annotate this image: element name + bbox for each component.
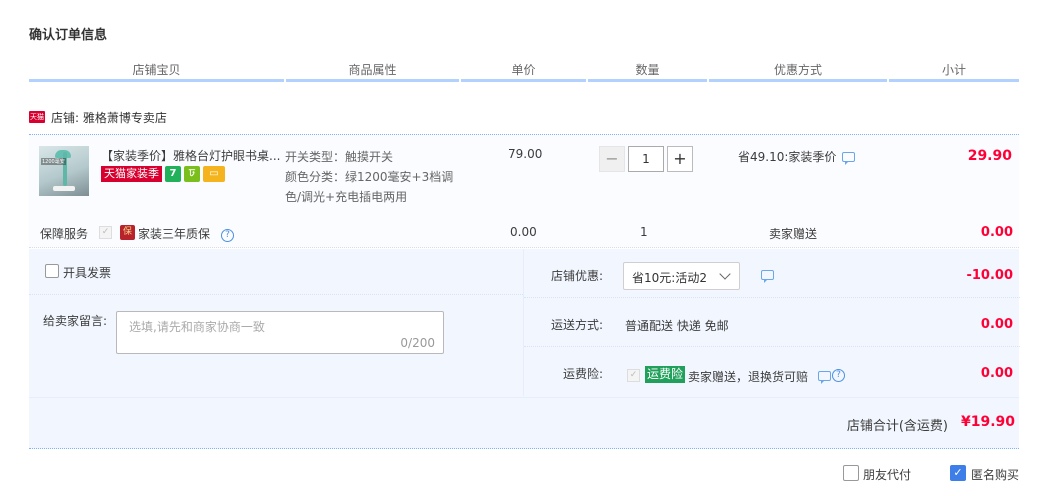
message-label: 给卖家留言: xyxy=(43,314,108,328)
message-char-count: 0/200 xyxy=(400,336,435,350)
insurance-label: 运费险: xyxy=(562,367,603,381)
shop-row: 天猫 店铺: 雅格萧博专卖店 xyxy=(29,108,167,126)
order-right-panel: 店铺优惠: 省10元:活动2 -10.00 运送方式: 普通配送 快递 免邮 0… xyxy=(523,249,1020,396)
footer-options: 朋友代付 ✓ 匿名购买 xyxy=(0,462,1060,486)
product-attributes: 开关类型：触摸开关 颜色分类：绿1200毫安+3档调 色/调光+充电插电两用 xyxy=(285,147,457,207)
product-thumbnail[interactable]: 1200毫安 xyxy=(39,146,89,196)
item-subtotal: 29.90 xyxy=(967,148,1012,164)
promo-row: 天猫家装季 7 ঢ ▭ xyxy=(101,166,228,182)
column-quantity: 数量 xyxy=(635,63,660,77)
quantity-stepper: − 1 + xyxy=(599,146,693,172)
shop-total-row: 店铺合计(含运费) ¥19.90 xyxy=(29,397,1019,449)
insurance-tag: 运费险 xyxy=(645,366,686,383)
help-icon[interactable]: ? xyxy=(832,369,845,382)
insurance-amount: 0.00 xyxy=(980,366,1013,381)
quantity-plus-button[interactable]: + xyxy=(667,146,693,172)
item-box: 1200毫安 【家装季价】雅格台灯护眼书桌... 天猫家装季 7 ঢ ▭ 开关类… xyxy=(29,134,1019,248)
attribute-color-cont: 色/调光+充电插电两用 xyxy=(285,190,408,204)
column-header: 店铺宝贝 商品属性 单价 数量 优惠方式 小计 xyxy=(29,62,1019,82)
shop-total-amount: ¥19.90 xyxy=(960,414,1015,430)
invoice-label[interactable]: 开具发票 xyxy=(63,264,111,281)
shop-discount-label: 店铺优惠: xyxy=(550,269,603,283)
column-separator xyxy=(586,79,588,82)
chat-icon[interactable] xyxy=(842,151,856,165)
service-name: 家装三年质保 xyxy=(138,227,211,241)
shipping-amount: 0.00 xyxy=(980,317,1013,332)
chat-icon[interactable] xyxy=(818,370,831,384)
service-price: 0.00 xyxy=(510,225,537,239)
product-name-link[interactable]: 【家装季价】雅格台灯护眼书桌... xyxy=(101,147,281,164)
invoice-checkbox[interactable] xyxy=(45,264,59,278)
invoice-row: 开具发票 xyxy=(29,249,523,295)
service-help-wrap: ? xyxy=(221,226,234,242)
column-separator xyxy=(459,79,461,82)
service-quantity: 1 xyxy=(640,225,648,239)
anonymous-label[interactable]: 匿名购买 xyxy=(971,466,1019,483)
seven-day-return-icon[interactable]: 7 xyxy=(165,166,181,182)
quantity-input[interactable]: 1 xyxy=(628,146,664,172)
shop-total-label: 店铺合计(含运费) xyxy=(846,419,948,434)
insurance-checkbox: ✓ xyxy=(627,369,640,382)
attribute-color: 颜色分类：绿1200毫安+3档调 xyxy=(285,170,454,184)
column-shop-item: 店铺宝贝 xyxy=(132,63,181,77)
column-attributes: 商品属性 xyxy=(348,63,397,77)
column-separator xyxy=(887,79,889,82)
lamp-base-shape xyxy=(53,186,75,191)
page-title: 确认订单信息 xyxy=(29,28,108,43)
unit-price: 79.00 xyxy=(508,147,543,161)
shipping-label: 运送方式: xyxy=(550,318,603,332)
shipping-value: 普通配送 快递 免邮 xyxy=(625,319,729,333)
item-discount-text: 省49.10:家装季价 xyxy=(738,150,837,164)
order-left-panel: 开具发票 给卖家留言: 选填,请先和商家协商一致 0/200 xyxy=(29,249,523,396)
column-separator xyxy=(707,79,709,82)
message-placeholder: 选填,请先和商家协商一致 xyxy=(129,320,265,334)
credit-card-icon[interactable]: ▭ xyxy=(203,166,225,182)
order-summary: 开具发票 给卖家留言: 选填,请先和商家协商一致 0/200 店铺优惠: 省10… xyxy=(29,249,1020,449)
shop-discount-amount: -10.00 xyxy=(966,268,1013,283)
friend-pay-label[interactable]: 朋友代付 xyxy=(863,466,911,483)
guarantee-icon[interactable]: ঢ xyxy=(184,166,200,182)
chevron-down-icon xyxy=(719,268,731,280)
service-subtotal: 0.00 xyxy=(980,225,1013,240)
shop-discount-row: 店铺优惠: 省10元:活动2 -10.00 xyxy=(524,249,1020,298)
tmall-icon: 天猫 xyxy=(29,111,45,123)
quantity-minus-button[interactable]: − xyxy=(599,146,625,172)
column-unit-price: 单价 xyxy=(511,63,536,77)
shop-discount-value: 省10元:活动2 xyxy=(632,271,707,285)
service-discount: 卖家赠送 xyxy=(769,227,818,241)
chat-icon[interactable] xyxy=(761,270,774,283)
shop-name[interactable]: 店铺: 雅格萧博专卖店 xyxy=(51,109,167,126)
insurance-icons: ? xyxy=(818,369,845,384)
insurance-text: 卖家赠送，退换货可赔 xyxy=(688,370,809,384)
message-textarea[interactable]: 选填,请先和商家协商一致 0/200 xyxy=(116,311,444,354)
item-discount: 省49.10:家装季价 xyxy=(738,148,856,165)
insurance-row: 运费险: ✓ 运费险 卖家赠送，退换货可赔 ? 0.00 xyxy=(524,347,1020,396)
attribute-switch-type: 开关类型：触摸开关 xyxy=(285,150,394,164)
service-label: 保障服务 xyxy=(40,227,89,241)
anonymous-checkbox[interactable]: ✓ xyxy=(950,465,966,481)
shop-discount-select[interactable]: 省10元:活动2 xyxy=(623,262,740,290)
warranty-icon: 保 xyxy=(120,225,135,240)
thumbnail-tag: 1200毫安 xyxy=(41,158,66,165)
column-separator xyxy=(284,79,286,82)
service-checkbox: ✓ xyxy=(99,226,112,239)
column-subtotal: 小计 xyxy=(941,63,966,77)
shipping-row: 运送方式: 普通配送 快递 免邮 0.00 xyxy=(524,298,1020,347)
help-icon[interactable]: ? xyxy=(221,229,234,242)
friend-pay-checkbox[interactable] xyxy=(843,465,859,481)
column-discount: 优惠方式 xyxy=(773,63,822,77)
promo-tag: 天猫家装季 xyxy=(101,166,162,182)
